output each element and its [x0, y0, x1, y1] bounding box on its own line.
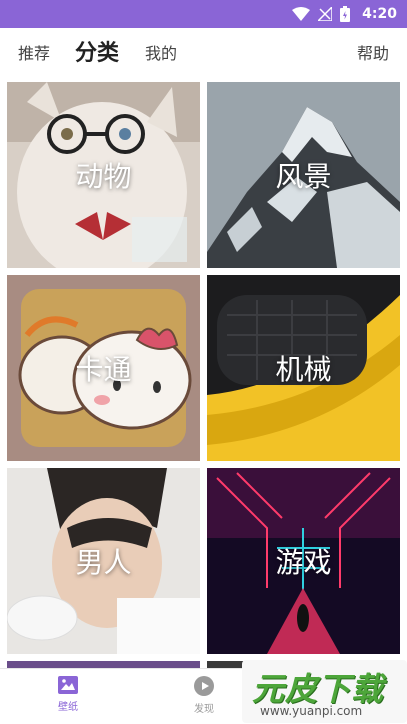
category-tile-games[interactable]: 游戏: [207, 468, 400, 654]
watermark-logo: 元皮下载 www.yuanpi.com: [242, 660, 407, 723]
battery-icon: [340, 6, 351, 22]
bottom-nav-discover[interactable]: 发现: [164, 669, 244, 724]
status-bar: 4:20: [0, 0, 407, 28]
help-button[interactable]: 帮助: [357, 28, 389, 80]
bottom-nav-wallpaper-label: 壁纸: [58, 702, 78, 713]
category-tile-machinery[interactable]: 机械: [207, 275, 400, 461]
bottom-nav-wallpaper[interactable]: 壁纸: [28, 669, 108, 724]
image-icon: [58, 676, 78, 694]
category-tile-men[interactable]: 男人: [7, 468, 200, 654]
bottom-nav-discover-label: 发现: [194, 704, 214, 715]
category-tile-scenery[interactable]: 风景: [207, 82, 400, 268]
category-label-machinery: 机械: [275, 353, 332, 386]
category-tile-partial-left[interactable]: [7, 661, 200, 668]
status-time: 4:20: [362, 6, 397, 22]
category-label-animals: 动物: [75, 160, 132, 193]
play-icon: [194, 676, 214, 696]
tab-recommend[interactable]: 推荐: [18, 28, 50, 80]
category-label-men: 男人: [75, 546, 132, 579]
category-tile-animals[interactable]: 动物: [7, 82, 200, 268]
category-label-cartoon: 卡通: [75, 353, 132, 386]
watermark-url: www.yuanpi.com: [260, 704, 363, 718]
top-nav: 推荐 分类 我的 帮助: [0, 28, 407, 80]
category-label-games: 游戏: [275, 546, 332, 579]
wifi-icon: [292, 7, 311, 21]
no-signal-icon: [318, 7, 333, 21]
category-tile-cartoon[interactable]: 卡通: [7, 275, 200, 461]
status-icons: 4:20: [292, 5, 397, 23]
tab-categories[interactable]: 分类: [75, 28, 119, 80]
category-label-scenery: 风景: [275, 160, 332, 193]
category-grid: 动物 风景 卡通 机械 男人 游戏: [0, 80, 407, 668]
tab-mine[interactable]: 我的: [145, 28, 177, 80]
